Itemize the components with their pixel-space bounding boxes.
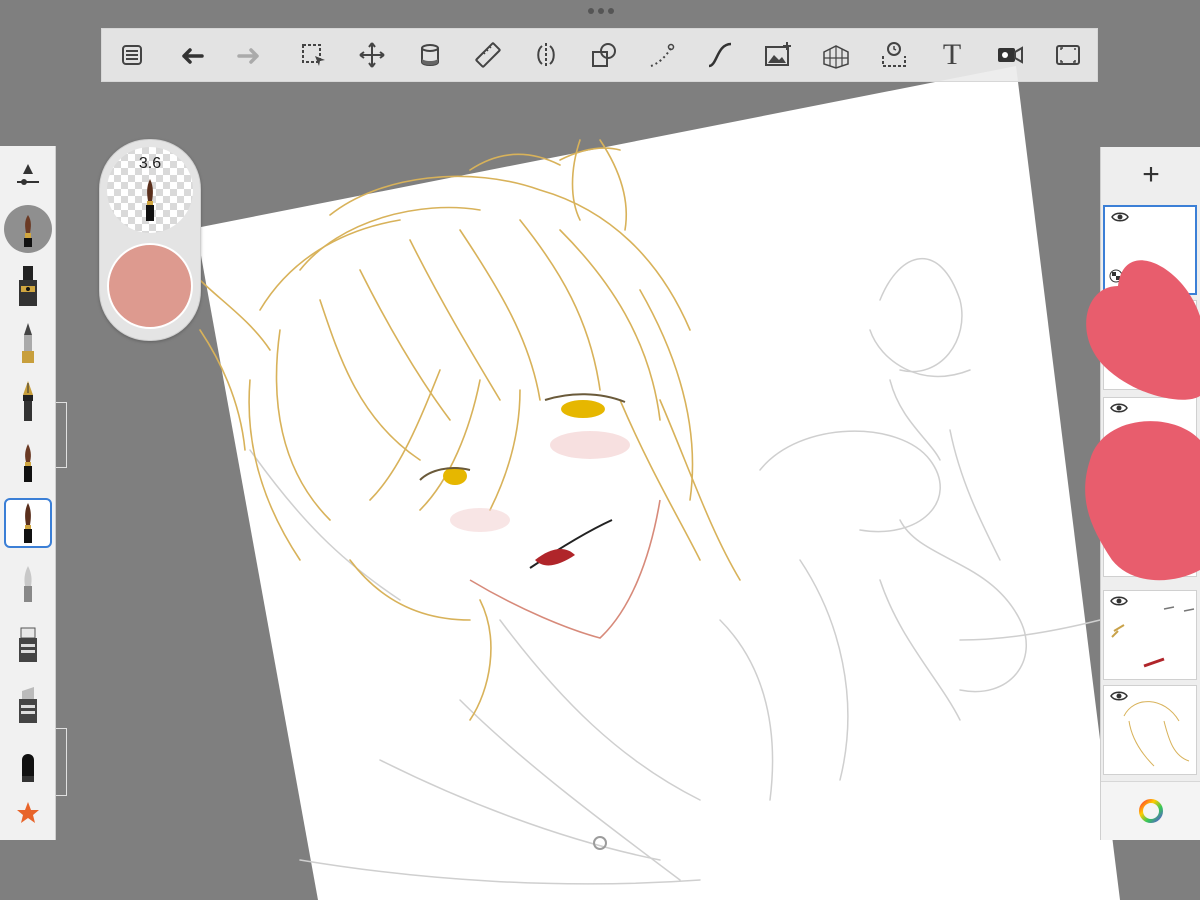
paintbrush-icon [4, 205, 52, 253]
ruler-button[interactable] [459, 28, 517, 82]
brush-paintbrush-selected[interactable] [4, 498, 52, 548]
visibility-eye-icon[interactable] [1111, 211, 1129, 223]
record-button[interactable] [981, 28, 1039, 82]
ruler-icon [475, 42, 501, 68]
brush-eraser[interactable] [4, 743, 52, 793]
shapes-button[interactable] [575, 28, 633, 82]
marker-icon [24, 444, 32, 482]
palette-group-bracket [56, 728, 67, 796]
stroke-icon [650, 43, 675, 67]
eraser-icon [22, 754, 34, 782]
text-button[interactable]: T [923, 28, 981, 82]
soft-eraser-icon [24, 566, 32, 602]
paper-sheet[interactable] [196, 66, 1120, 900]
perspective-icon [823, 45, 849, 69]
main-toolbar: T [101, 28, 1098, 82]
current-color-swatch[interactable] [107, 243, 193, 329]
brush-settings-icon [17, 164, 39, 185]
brush-blender[interactable] [4, 680, 52, 730]
layer-thumbnail [1111, 606, 1195, 668]
brush-smudge[interactable] [4, 619, 52, 669]
curve-icon [708, 42, 732, 68]
redo-button[interactable] [220, 28, 279, 82]
brush-palette [0, 146, 56, 840]
brush-pencil[interactable] [4, 318, 52, 368]
text-icon: T [942, 38, 962, 71]
paintbrush-selected-icon [24, 503, 32, 543]
image-import-icon [765, 42, 791, 66]
brush-marker[interactable] [4, 437, 52, 487]
stroke-button[interactable] [633, 28, 691, 82]
favorite-brushes-button[interactable] [4, 788, 52, 838]
fullscreen-icon [1056, 45, 1080, 65]
drawing-canvas[interactable] [0, 0, 1200, 900]
heart-sticker [1086, 260, 1200, 400]
menu-button[interactable] [102, 28, 161, 82]
color-wheel-icon [1139, 799, 1163, 823]
color-wheel-button[interactable] [1101, 781, 1200, 840]
shapes-icon [592, 43, 616, 67]
undo-button[interactable] [161, 28, 220, 82]
airbrush-icon [19, 266, 37, 306]
layer-item[interactable] [1103, 685, 1197, 775]
visibility-eye-icon[interactable] [1110, 402, 1128, 414]
symmetry-icon [537, 43, 555, 67]
fill-icon [421, 44, 439, 66]
fullscreen-button[interactable] [1039, 28, 1097, 82]
current-brush-icon [146, 179, 154, 221]
brush-size-control[interactable]: 3.6 [107, 147, 193, 233]
brush-soft-eraser[interactable] [4, 559, 52, 609]
transform-icon [359, 42, 385, 68]
favorite-star-icon [17, 802, 39, 823]
pencil-icon [22, 323, 34, 363]
blender-icon [19, 687, 37, 723]
undo-icon [181, 48, 204, 64]
curve-button[interactable] [691, 28, 749, 82]
symmetry-button[interactable] [517, 28, 575, 82]
heart-sticker [1085, 421, 1200, 581]
blush [550, 431, 630, 459]
brush-puck[interactable]: 3.6 [99, 139, 201, 341]
selection-button[interactable] [285, 28, 343, 82]
brush-airbrush[interactable] [4, 261, 52, 311]
toolbar-grip[interactable] [588, 8, 614, 14]
layer-item[interactable] [1103, 590, 1197, 680]
time-lapse-icon [882, 42, 906, 67]
redo-icon [236, 48, 259, 64]
smudge-icon [19, 627, 37, 662]
brush-size-value: 3.6 [138, 155, 162, 172]
brush-settings-button[interactable] [4, 150, 52, 200]
time-lapse-button[interactable] [865, 28, 923, 82]
perspective-button[interactable] [807, 28, 865, 82]
record-icon [998, 46, 1023, 64]
brush-paintbrush[interactable] [4, 204, 52, 254]
palette-group-bracket [56, 402, 67, 468]
ink-pen-icon [23, 381, 33, 421]
toolbar-left-group [102, 29, 285, 81]
menu-icon [121, 45, 142, 65]
selection-icon [302, 44, 325, 66]
brush-ink-pen[interactable] [4, 376, 52, 426]
fill-button[interactable] [401, 28, 459, 82]
add-layer-button[interactable]: + [1101, 147, 1200, 203]
image-import-button[interactable] [749, 28, 807, 82]
layer-thumbnail [1123, 701, 1190, 767]
transform-button[interactable] [343, 28, 401, 82]
